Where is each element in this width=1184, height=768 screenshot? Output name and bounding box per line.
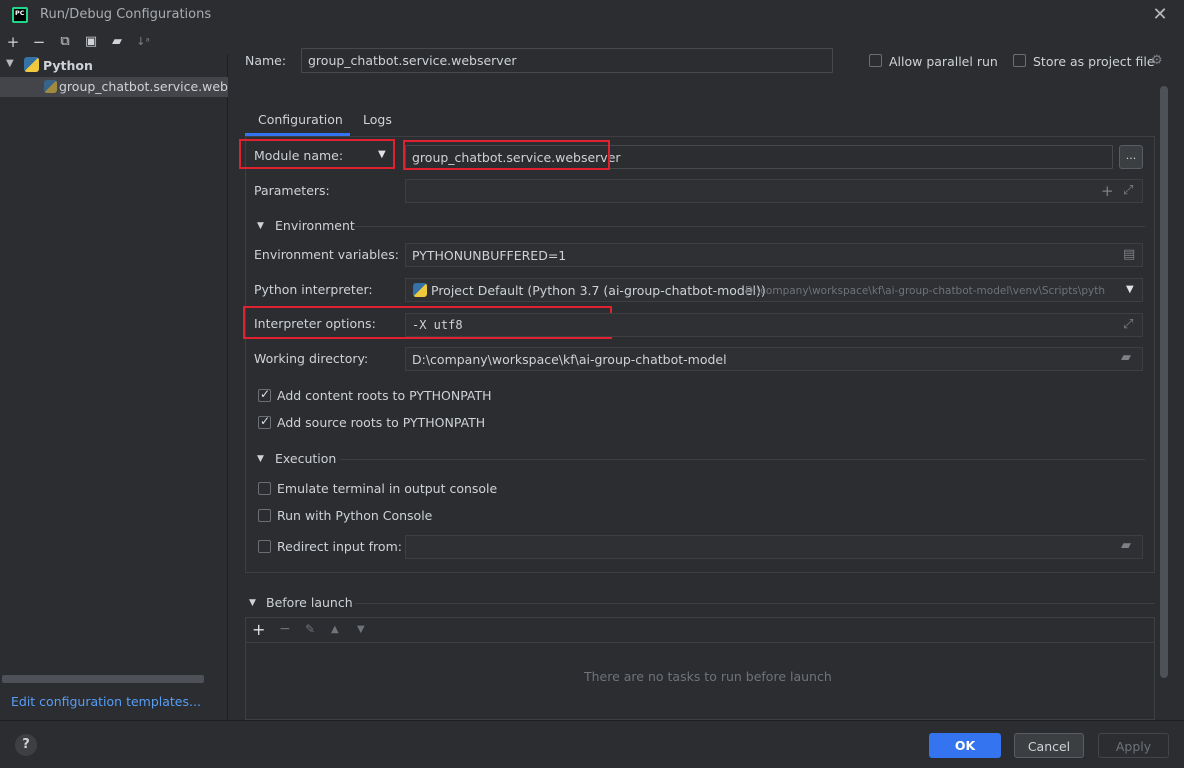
module-name-label[interactable]: Module name: (254, 148, 343, 163)
edit-task-icon[interactable]: ✎ (305, 622, 315, 636)
module-value-highlight (403, 140, 610, 170)
workdir-label: Working directory: (254, 351, 369, 366)
redirect-input-field[interactable] (405, 535, 1143, 559)
add-icon[interactable]: + (4, 33, 22, 51)
environment-divider (355, 226, 1145, 227)
gear-icon[interactable]: ⚙ (1151, 53, 1163, 68)
interpreter-value: Project Default (Python 3.7 (ai-group-ch… (431, 283, 766, 298)
remove-icon[interactable]: − (30, 33, 48, 51)
chevron-down-icon[interactable]: ▼ (1126, 284, 1134, 295)
before-launch-toolbar-divider (246, 642, 1154, 643)
edit-templates-link[interactable]: Edit configuration templates... (11, 694, 201, 709)
before-launch-divider (355, 603, 1155, 604)
name-input[interactable]: group_chatbot.service.webserver (301, 48, 833, 73)
chevron-down-icon[interactable]: ▼ (257, 454, 264, 464)
chevron-down-icon[interactable]: ▼ (378, 149, 386, 160)
before-launch-title[interactable]: Before launch (266, 595, 353, 610)
store-project-label: Store as project file (1033, 54, 1155, 69)
workdir-input[interactable]: D:\company\workspace\kf\ai-group-chatbot… (405, 347, 1143, 371)
add-macro-icon[interactable]: + (1101, 182, 1114, 200)
redirect-input-label: Redirect input from: (277, 539, 402, 554)
tree-item-python[interactable]: ▼ Python (0, 56, 228, 76)
dialog-footer (0, 720, 1184, 768)
content-roots-label: Add content roots to PYTHONPATH (277, 388, 492, 403)
chevron-down-icon[interactable]: ▼ (6, 58, 14, 69)
remove-task-icon[interactable]: − (279, 621, 291, 637)
folder-icon[interactable]: ▰ (1121, 350, 1131, 365)
parameters-input[interactable] (405, 179, 1143, 203)
expand-icon[interactable]: ⤢ (1123, 183, 1133, 198)
no-tasks-text: There are no tasks to run before launch (584, 669, 832, 684)
browse-module-button[interactable]: ... (1119, 145, 1143, 169)
ok-button[interactable]: OK (929, 733, 1001, 758)
source-roots-label: Add source roots to PYTHONPATH (277, 415, 486, 430)
tree-horizontal-scrollbar[interactable] (2, 675, 204, 683)
redirect-input-checkbox[interactable] (258, 540, 271, 553)
apply-button[interactable]: Apply (1098, 733, 1169, 758)
close-icon[interactable]: ✕ (1150, 5, 1170, 25)
cancel-button[interactable]: Cancel (1014, 733, 1084, 758)
copy-icon[interactable]: ⧉ (56, 33, 74, 51)
interpreter-select[interactable]: Project Default (Python 3.7 (ai-group-ch… (405, 278, 1143, 302)
interpreter-label: Python interpreter: (254, 282, 373, 297)
move-down-icon[interactable]: ▼ (357, 624, 365, 635)
python-console-label: Run with Python Console (277, 508, 433, 523)
env-vars-label: Environment variables: (254, 247, 399, 262)
edit-env-icon[interactable]: ▤ (1123, 247, 1135, 262)
folder-icon[interactable]: ▰ (1121, 538, 1131, 553)
python-icon (413, 283, 427, 297)
form-vertical-scrollbar[interactable] (1160, 86, 1168, 678)
parameters-label: Parameters: (254, 183, 330, 198)
tab-configuration[interactable]: Configuration (258, 112, 343, 127)
tree-item-webserver[interactable]: group_chatbot.service.webserver (0, 77, 228, 97)
allow-parallel-checkbox[interactable] (869, 54, 882, 67)
environment-section-title[interactable]: Environment (275, 218, 355, 233)
folder-add-icon[interactable]: ▰ (108, 33, 126, 51)
save-icon[interactable]: ▣ (82, 33, 100, 51)
store-project-checkbox[interactable] (1013, 54, 1026, 67)
content-roots-checkbox[interactable] (258, 387, 271, 402)
python-icon (24, 57, 39, 72)
interpreter-path: D:\company\workspace\kf\ai-group-chatbot… (745, 285, 1105, 297)
python-config-icon (44, 80, 57, 93)
expand-icon[interactable]: ⤢ (1123, 317, 1133, 332)
sort-icon[interactable]: ↓ᵃ (134, 33, 152, 51)
window-title: Run/Debug Configurations (40, 7, 212, 22)
emulate-terminal-label: Emulate terminal in output console (277, 481, 498, 496)
interp-options-label: Interpreter options: (254, 316, 376, 331)
execution-divider (340, 459, 1145, 460)
pycharm-logo-icon: PC (12, 7, 28, 23)
name-label: Name: (245, 53, 287, 68)
tree-child-label: group_chatbot.service.webserver (59, 79, 228, 94)
interp-options-input[interactable]: -X utf8 (405, 313, 1143, 337)
add-task-icon[interactable]: + (252, 620, 265, 639)
env-vars-input[interactable]: PYTHONUNBUFFERED=1 (405, 243, 1143, 267)
tree-root-label: Python (43, 58, 93, 73)
chevron-down-icon[interactable]: ▼ (257, 221, 264, 231)
source-roots-checkbox[interactable] (258, 414, 271, 429)
help-icon[interactable]: ? (15, 734, 37, 756)
emulate-terminal-checkbox[interactable] (258, 482, 271, 495)
config-tree-panel (0, 54, 228, 720)
allow-parallel-label: Allow parallel run (889, 54, 998, 69)
python-console-checkbox[interactable] (258, 509, 271, 522)
tab-logs[interactable]: Logs (363, 112, 392, 127)
chevron-down-icon[interactable]: ▼ (249, 598, 256, 608)
move-up-icon[interactable]: ▲ (331, 624, 339, 635)
execution-section-title[interactable]: Execution (275, 451, 336, 466)
